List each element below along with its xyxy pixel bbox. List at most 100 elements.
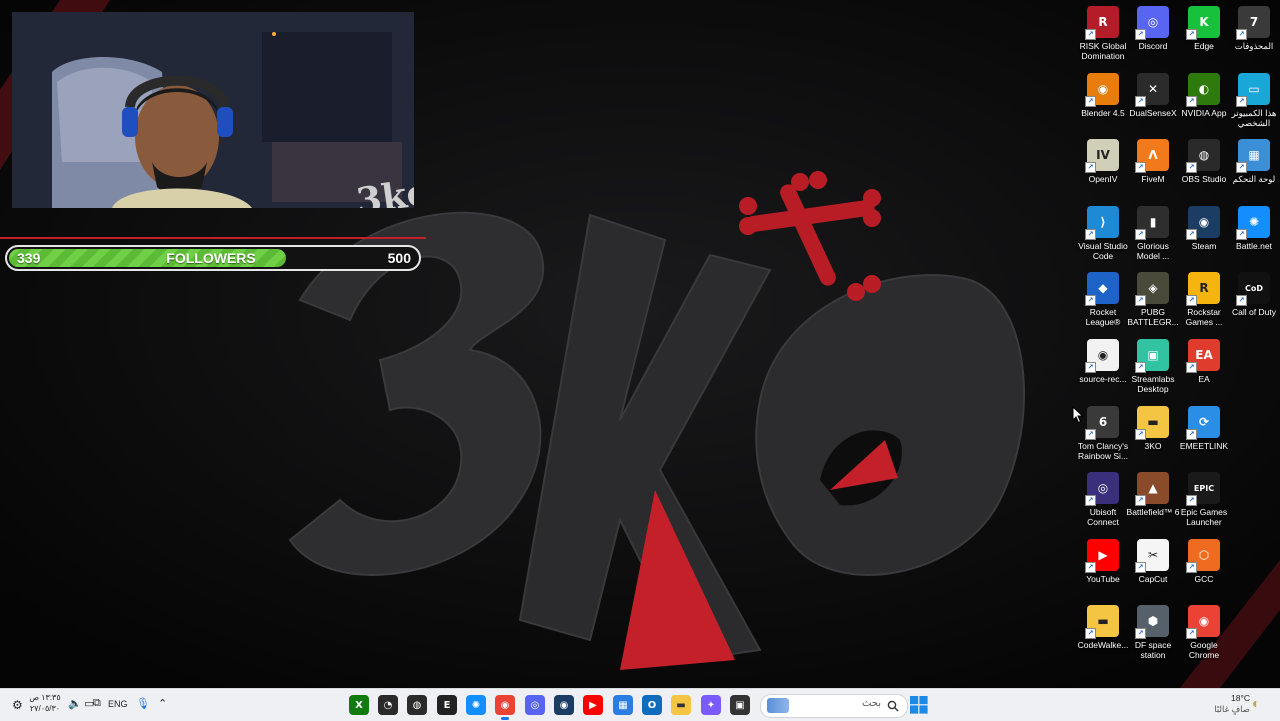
desktop-shortcut[interactable]: 6 ↗ Tom Clancy's Rainbow Si... [1078,404,1128,468]
search-icon [887,700,899,712]
desktop-shortcut-label: OpenIV [1088,174,1118,184]
desktop-shortcut[interactable]: ⬢ ↗ DF space station [1128,603,1178,667]
desktop-shortcut[interactable]: ◆ ↗ Rocket League® [1078,270,1128,334]
epic-games-app-icon[interactable]: E [437,695,457,715]
shortcut-arrow-icon: ↗ [1085,429,1096,440]
desktop-shortcut[interactable]: ▬ ↗ 3KO [1128,404,1178,468]
desktop-shortcut[interactable]: ⟳ ↗ EMEETLINK [1179,404,1229,468]
discord-app-icon[interactable]: ◎ [525,695,545,715]
folder-icon: ▬ ↗ [1085,605,1119,639]
desktop-shortcut[interactable]: ◍ ↗ OBS Studio [1179,137,1229,201]
recycle-bin-icon: 7 ↗ [1236,6,1270,40]
shortcut-arrow-icon: ↗ [1085,162,1096,173]
desktop-shortcut-label: 3KO [1144,441,1162,451]
battlenet-app-icon[interactable]: ✺ [466,695,486,715]
speedometer-app-icon[interactable]: ◔ [378,695,398,715]
steam-app-icon[interactable]: ◉ [554,695,574,715]
xbox-app-icon[interactable]: X [349,695,369,715]
shortcut-arrow-icon: ↗ [1186,562,1197,573]
shortcut-arrow-icon: ↗ [1135,628,1146,639]
desktop-shortcut[interactable]: Λ ↗ FiveM [1128,137,1178,201]
glorious-icon: ▮ ↗ [1135,206,1169,240]
desktop-shortcut[interactable]: ✕ ↗ DualSenseX [1128,71,1178,135]
emeetlink-icon: ⟳ ↗ [1186,406,1220,440]
desktop-shortcut[interactable]: ◎ ↗ Discord [1128,4,1178,68]
desktop-shortcut[interactable]: ◐ ↗ NVIDIA App [1179,71,1229,135]
desktop-shortcut[interactable]: EPIC ↗ Epic Games Launcher [1179,470,1229,534]
desktop-shortcut[interactable]: IV ↗ OpenIV [1078,137,1128,201]
epic-games-icon: EPIC ↗ [1186,472,1220,506]
file-explorer-app-icon[interactable]: ▬ [671,695,691,715]
youtube-app-icon[interactable]: ▶ [583,695,603,715]
desktop-shortcut[interactable]: ▦ ↗ لوحة التحكم [1229,137,1279,201]
steam-icon: ◉ ↗ [1186,206,1220,240]
desktop-shortcut[interactable]: ◉ ↗ Blender 4.5 [1078,71,1128,135]
desktop-shortcut[interactable]: EA ↗ EA [1179,337,1229,401]
desktop-shortcut[interactable]: R ↗ Rockstar Games ... [1179,270,1229,334]
shortcut-arrow-icon: ↗ [1135,96,1146,107]
desktop-shortcut[interactable]: R ↗ RISK Global Domination [1078,4,1128,68]
clock-date: ٢٧/٠٥/٣٠ [29,704,61,713]
volume-icon[interactable]: 🔈 [68,697,82,710]
desktop-shortcut-label: Battlefield™ 6 [1126,507,1180,517]
desktop-shortcut[interactable]: ▣ ↗ Streamlabs Desktop [1128,337,1178,401]
desktop-shortcut[interactable]: ▮ ↗ Glorious Model ... [1128,204,1178,268]
desktop-shortcut[interactable]: CoD ↗ Call of Duty [1229,270,1279,334]
chrome-app-icon[interactable]: ◉ [495,695,515,720]
desktop-shortcut-label: Steam [1191,241,1217,251]
store-app-icon[interactable]: ▦ [613,695,633,715]
desktop-shortcut-label: Battle.net [1236,241,1272,251]
outlook-app-icon[interactable]: O [642,695,662,715]
desktop-shortcut[interactable]: ▭ ↗ هذا الكمبيوتر الشخصي [1229,71,1279,135]
desktop-shortcut[interactable]: ✺ ↗ Battle.net [1229,204,1279,268]
streamer-camera-feed: 3ko [12,12,414,208]
shortcut-arrow-icon: ↗ [1186,229,1197,240]
desktop-shortcut-label: YouTube [1086,574,1120,584]
clock[interactable]: ١٣:٣٥ ص ٢٧/٠٥/٣٠ [28,692,62,714]
followers-goal: 500 [387,250,411,266]
desktop-shortcut[interactable]: ▬ ↗ CodeWalke... [1078,603,1128,667]
desktop-shortcut[interactable]: ◎ ↗ Ubisoft Connect [1078,470,1128,534]
settings-tray-icon[interactable]: ⚙ [12,698,23,712]
ea-icon: EA ↗ [1186,339,1220,373]
follower-goal-bar: 339 FOLLOWERS 500 [5,245,421,271]
desktop-shortcut-label: FiveM [1141,174,1165,184]
streamlabs-icon: ▣ ↗ [1135,339,1169,373]
desktop-shortcut[interactable]: ▶ ↗ YouTube [1078,537,1128,601]
overlay-accent-line [0,237,426,239]
weather-temp: 18°C [1231,693,1250,703]
search-decoration-icon [767,698,789,713]
copilot-app-icon[interactable]: ✦ [701,695,721,715]
desktop-shortcut[interactable]: ◉ ↗ source-rec... [1078,337,1128,401]
desktop-shortcut[interactable]: ▲ ↗ Battlefield™ 6 [1126,470,1180,534]
terminal-app-icon[interactable]: ▣ [730,695,750,715]
weather-widget[interactable]: 18°C صافٍ غالبًا [1190,693,1250,715]
shortcut-arrow-icon: ↗ [1085,229,1096,240]
shortcut-arrow-icon: ↗ [1236,229,1247,240]
start-button-windows-icon[interactable] [910,696,928,714]
show-hidden-icons-chevron-icon[interactable]: ⌃ [158,697,167,710]
shortcut-arrow-icon: ↗ [1186,96,1197,107]
chrome-icon: ◉ ↗ [1186,605,1220,639]
desktop-shortcut-label: EA [1198,374,1210,384]
shortcut-arrow-icon: ↗ [1236,29,1247,40]
desktop-shortcut[interactable]: ⟩ ↗ Visual Studio Code [1078,204,1128,268]
desktop-shortcut-label: RISK Global Domination [1079,41,1127,61]
desktop-shortcut-label: CapCut [1138,574,1168,584]
desktop-shortcut[interactable]: ◉ ↗ Google Chrome [1179,603,1229,667]
desktop-shortcut[interactable]: ⬡ ↗ GCC [1179,537,1229,601]
source-record-icon: ◉ ↗ [1085,339,1119,373]
desktop-shortcut[interactable]: ◈ ↗ PUBG BATTLEGR... [1127,270,1179,334]
notification-icon[interactable]: ⧉ [93,697,101,710]
shortcut-arrow-icon: ↗ [1186,362,1197,373]
microphone-icon[interactable]: 🎙 [136,697,150,710]
desktop-shortcut-label: NVIDIA App [1181,108,1227,118]
desktop-shortcut[interactable]: K ↗ Edge [1179,4,1229,68]
desktop-shortcut[interactable]: ✂ ↗ CapCut [1128,537,1178,601]
obs-app-icon[interactable]: ◍ [407,695,427,715]
desktop-shortcut[interactable]: ◉ ↗ Steam [1179,204,1229,268]
desktop-shortcut[interactable]: 7 ↗ المحذوفات [1229,4,1279,68]
language-indicator[interactable]: ENG [108,699,128,709]
fivem-icon: Λ ↗ [1135,139,1169,173]
taskbar-search[interactable]: بحث [760,694,908,718]
